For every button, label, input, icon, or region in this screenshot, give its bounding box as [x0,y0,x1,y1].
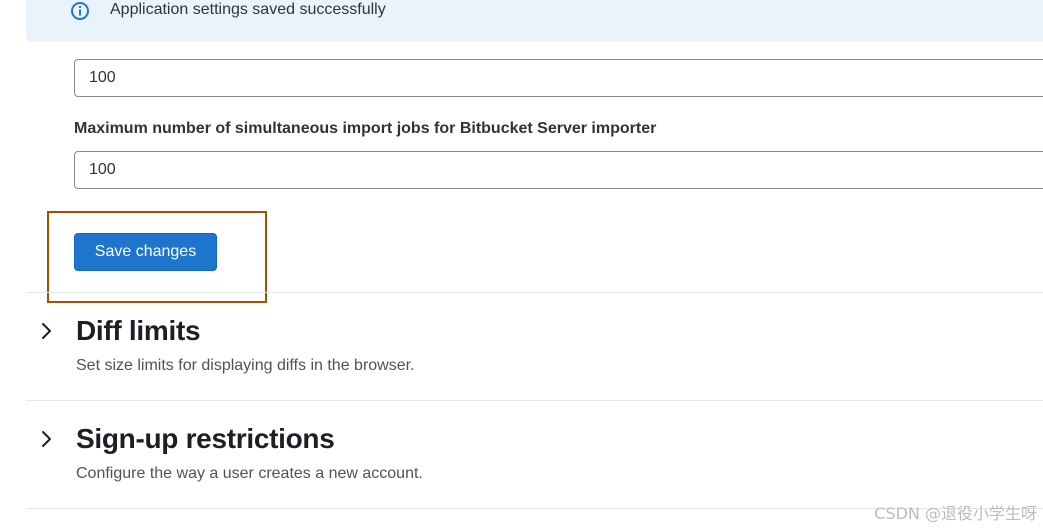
section-divider [26,292,1043,293]
flash-alert: Application settings saved successfully [26,0,1043,42]
admin-settings-page: Application settings saved successfully … [0,0,1043,530]
save-button[interactable]: Save changes [74,233,217,271]
section-title-sign-up-restrictions[interactable]: Sign-up restrictions [76,422,335,456]
section-title-diff-limits[interactable]: Diff limits [76,314,201,348]
bitbucket-server-jobs-label: Maximum number of simultaneous import jo… [74,120,657,137]
import-jobs-input[interactable] [74,59,1043,97]
chevron-right-icon[interactable] [36,320,58,342]
section-description-diff-limits: Set size limits for displaying diffs in … [76,357,415,374]
watermark: CSDN @退役小学生呀 [874,504,1037,523]
chevron-right-icon[interactable] [36,428,58,450]
section-description-sign-up-restrictions: Configure the way a user creates a new a… [76,465,423,482]
info-icon [70,1,90,21]
section-divider [26,400,1043,401]
alert-message: Application settings saved successfully [110,1,386,18]
bitbucket-server-jobs-input[interactable] [74,151,1043,189]
